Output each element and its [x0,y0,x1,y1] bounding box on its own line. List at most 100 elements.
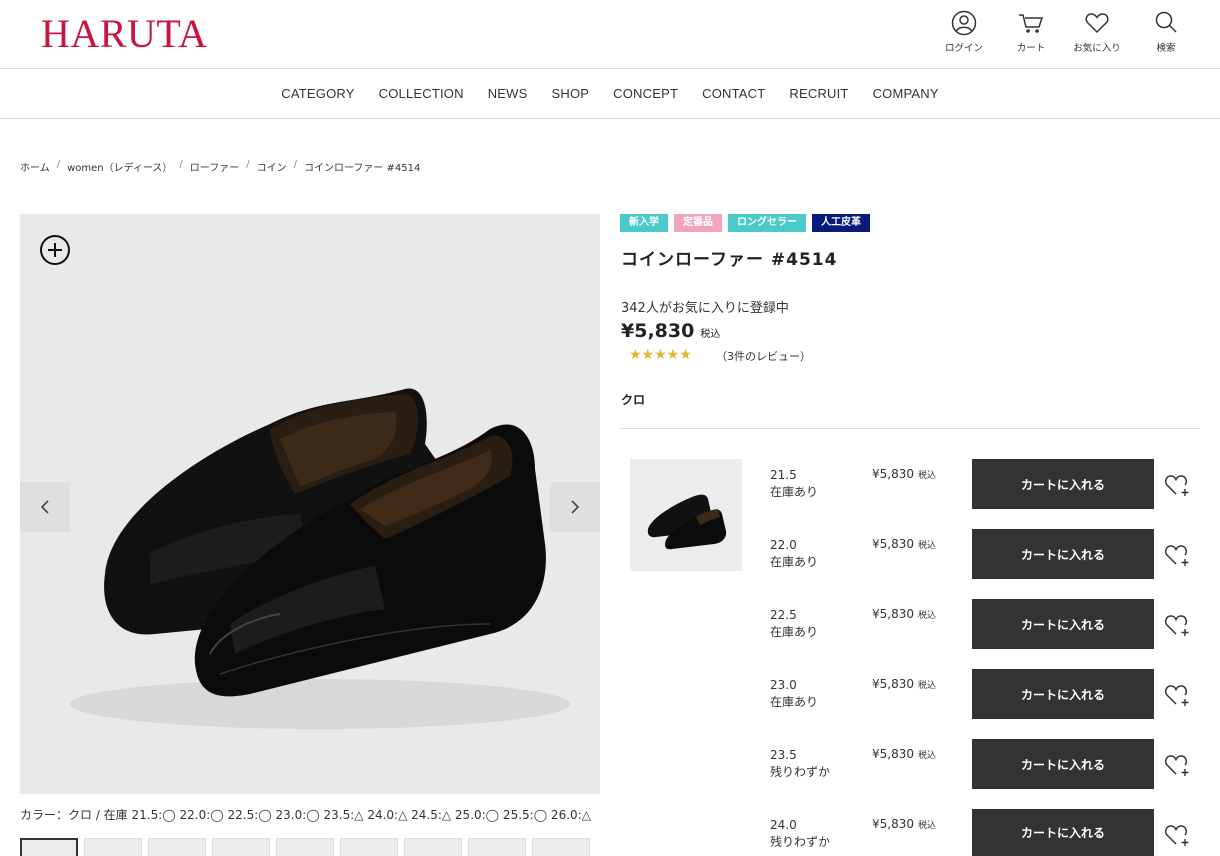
sku-price: ¥5,830 税込 [872,537,936,551]
sku-size: 22.5 在庫あり [770,607,818,641]
sku-size: 23.5 残りわずか [770,747,830,781]
sku-price: ¥5,830 税込 [872,677,936,691]
nav-shop[interactable]: SHOP [540,86,602,101]
add-favorite-heart-icon[interactable] [1163,471,1191,499]
sku-stock: 在庫あり [770,485,819,499]
breadcrumb-home[interactable]: ホーム [20,159,50,174]
sku-stock: 残りわずか [770,835,831,849]
nav-collection[interactable]: COLLECTION [367,86,476,101]
sku-tax: 税込 [918,681,937,691]
product-price: ¥5,830 税込 [621,320,720,342]
gallery-prev-button[interactable] [20,482,70,532]
cart-icon [1019,14,1044,33]
chevron-left-icon [40,500,49,514]
sku-price: ¥5,830 税込 [872,607,936,621]
thumbnail[interactable] [340,838,398,856]
nav-news[interactable]: NEWS [476,86,540,101]
breadcrumb-current: コインローファー #4514 [303,163,421,174]
breadcrumb-loafer[interactable]: ローファー [190,159,239,174]
login-link[interactable]: ログイン [934,10,994,54]
cart-link[interactable]: カート [1001,10,1061,54]
zoom-plus-icon [40,235,70,265]
favorites-count: 342人がお気に入りに登録中 [621,301,789,316]
chevron-right-icon [571,500,580,514]
favorites-label: お気に入り [1073,43,1121,54]
thumbnail[interactable] [84,838,142,856]
thumbnail[interactable] [532,838,590,856]
add-to-cart-button[interactable]: カートに入れる [972,739,1154,789]
zoom-button[interactable] [39,234,71,266]
product-image-gallery[interactable] [20,214,600,794]
heart-icon [1085,13,1109,34]
rating-stars: ★★★★★ [629,347,692,363]
add-favorite-heart-icon[interactable] [1163,751,1191,779]
breadcrumb-separator: / [56,159,61,170]
cart-label: カート [1016,43,1046,54]
tag-synthetic-leather: 人工皮革 [812,214,870,232]
add-to-cart-button[interactable]: カートに入れる [972,809,1154,856]
review-count-link[interactable]: （3件のレビュー） [716,348,811,364]
sku-size: 21.5 在庫あり [770,467,818,501]
nav-category[interactable]: CATEGORY [269,86,366,101]
breadcrumb-women[interactable]: women（レディース） [67,159,172,174]
sku-price-value: ¥5,830 [872,537,914,551]
thumbnail[interactable] [468,838,526,856]
breadcrumb-coin[interactable]: コイン [257,159,287,174]
price-value: ¥5,830 [621,320,695,342]
tax-label: 税込 [700,329,721,340]
sku-stock: 在庫あり [770,695,819,709]
sku-row: 24.0 残りわずか ¥5,830 税込 カートに入れる [770,809,1210,856]
nav-recruit[interactable]: RECRUIT [777,86,860,101]
sku-price-value: ¥5,830 [872,677,914,691]
thumbnail[interactable] [276,838,334,856]
tag-standard: 定番品 [674,214,722,232]
main-nav: CATEGORY COLLECTION NEWS SHOP CONCEPT CO… [0,69,1220,119]
sku-size-value: 22.5 [770,608,797,622]
nav-contact[interactable]: CONTACT [690,86,777,101]
nav-company[interactable]: COMPANY [861,86,951,101]
search-icon [1155,11,1177,33]
divider [620,428,1200,429]
color-stock-caption: カラー：クロ / 在庫 21.5:◯ 22.0:◯ 22.5:◯ 23.0:◯ … [20,808,591,822]
sku-tax: 税込 [918,611,937,621]
favorites-link[interactable]: お気に入り [1067,10,1127,54]
sku-stock: 在庫あり [770,625,819,639]
sku-row: 22.0 在庫あり ¥5,830 税込 カートに入れる [770,529,1210,579]
search-link[interactable]: 検索 [1136,10,1196,54]
sku-size-value: 23.0 [770,678,797,692]
add-favorite-heart-icon[interactable] [1163,681,1191,709]
add-favorite-heart-icon[interactable] [1163,541,1191,569]
add-to-cart-button[interactable]: カートに入れる [972,529,1154,579]
sku-row: 22.5 在庫あり ¥5,830 税込 カートに入れる [770,599,1210,649]
thumbnail[interactable] [148,838,206,856]
loafer-thumbnail-image [647,494,727,550]
sku-thumbnail [630,459,742,571]
tag-new-school: 新入学 [620,214,668,232]
product-tags: 新入学 定番品 ロングセラー 人工皮革 [620,214,870,232]
thumbnail[interactable] [212,838,270,856]
sku-stock: 残りわずか [770,765,831,779]
breadcrumb-separator: / [293,159,297,170]
add-favorite-heart-icon[interactable] [1163,611,1191,639]
sku-size: 24.0 残りわずか [770,817,830,851]
sku-tax: 税込 [918,821,937,831]
add-to-cart-button[interactable]: カートに入れる [972,669,1154,719]
thumbnail[interactable] [20,838,78,856]
breadcrumb-separator: / [179,159,183,170]
site-logo[interactable]: HARUTA [41,12,207,56]
sku-price-value: ¥5,830 [872,817,914,831]
loafer-product-image [70,388,570,729]
add-favorite-heart-icon[interactable] [1163,821,1191,849]
tag-long-seller: ロングセラー [728,214,806,232]
gallery-next-button[interactable] [550,482,600,532]
user-icon [951,10,977,36]
thumbnail-strip [20,838,590,856]
sku-price-value: ¥5,830 [872,607,914,621]
nav-concept[interactable]: CONCEPT [601,86,690,101]
add-to-cart-button[interactable]: カートに入れる [972,599,1154,649]
add-to-cart-button[interactable]: カートに入れる [972,459,1154,509]
thumbnail[interactable] [404,838,462,856]
sku-size-value: 23.5 [770,748,797,762]
sku-row: 23.0 在庫あり ¥5,830 税込 カートに入れる [770,669,1210,719]
sku-price: ¥5,830 税込 [872,467,936,481]
